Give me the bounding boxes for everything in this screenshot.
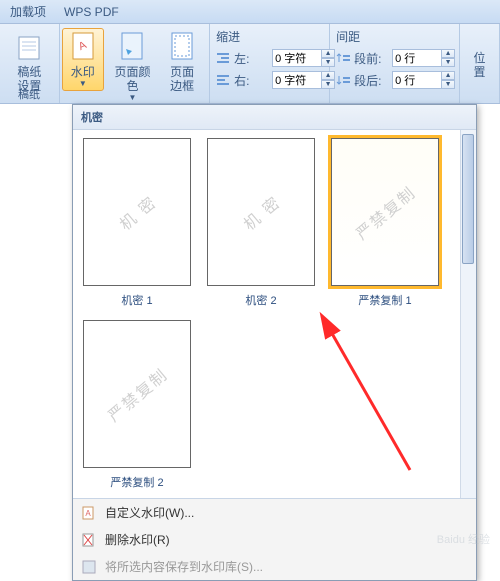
position-label: 位置 [471,51,488,79]
page-border-icon [166,31,198,63]
watermark-text: 机 密 [113,189,161,235]
spacing-after-label: 段后: [354,72,392,89]
watermark-caption: 严禁复制 1 [358,292,411,308]
watermark-gallery: 机 密机密 1机 密机密 2严禁复制严禁复制 1严禁复制严禁复制 2 [73,130,476,498]
custom-watermark-item[interactable]: A 自定义水印(W)... [73,499,476,526]
svg-text:A: A [85,509,91,518]
indent-right-label: 右: [234,72,272,89]
indent-right-input[interactable] [272,71,322,89]
tab-wpspdf[interactable]: WPS PDF [64,5,119,19]
watermark-option[interactable]: 严禁复制严禁复制 1 [329,138,441,308]
spacing-before-input[interactable] [392,49,442,67]
dropdown-header: 机密 [73,105,476,130]
ribbon: 稿纸 设置 稿纸 A 水印 ▼ 页面颜色 ▼ 页面 边框 缩进 [0,24,500,104]
watermark-thumbnail: 机 密 [83,138,191,286]
spinner[interactable]: ▲▼ [321,49,335,67]
spinner[interactable]: ▲▼ [441,49,455,67]
watermark-dropdown: 机密 机 密机密 1机 密机密 2严禁复制严禁复制 1严禁复制严禁复制 2 A … [72,104,477,581]
save-icon [81,559,97,575]
watermark-text: 机 密 [237,189,285,235]
custom-watermark-label: 自定义水印(W)... [105,504,194,521]
watermark-thumbnail: 机 密 [207,138,315,286]
page-color-label: 页面颜色 [109,65,156,93]
dropdown-menu: A 自定义水印(W)... 删除水印(R) 将所选内容保存到水印库(S)... [73,498,476,580]
indent-left-icon [216,50,232,66]
page-color-icon [116,31,148,63]
custom-icon: A [81,505,97,521]
tab-addins[interactable]: 加载项 [10,3,46,20]
watermark-caption: 机密 2 [245,292,276,308]
position-button[interactable]: 位置 [466,46,493,82]
spacing-after-input[interactable] [392,71,442,89]
watermark-option[interactable]: 机 密机密 2 [205,138,317,308]
watermark-label: 水印 [71,65,95,79]
spacing-before-label: 段前: [354,50,392,67]
page-border-button[interactable]: 页面 边框 [161,28,203,96]
paper-icon [13,31,45,63]
indent-left-label: 左: [234,50,272,67]
group-paper-label: 稿纸 [18,86,40,102]
save-watermark-label: 将所选内容保存到水印库(S)... [105,558,263,575]
watermark-caption: 机密 1 [121,292,152,308]
spinner[interactable]: ▲▼ [441,71,455,89]
dropdown-arrow-icon: ▼ [128,93,136,102]
scrollbar-track[interactable] [460,130,476,498]
spacing-after-icon [336,72,352,88]
watermark-option[interactable]: 机 密机密 1 [81,138,193,308]
source-watermark: Baidu 经验 [437,531,490,547]
page-color-button[interactable]: 页面颜色 ▼ [104,28,161,105]
save-watermark-item[interactable]: 将所选内容保存到水印库(S)... [73,553,476,580]
remove-watermark-label: 删除水印(R) [105,531,170,548]
dropdown-arrow-icon: ▼ [79,79,87,88]
indent-left-input[interactable] [272,49,322,67]
page-border-label: 页面 边框 [170,65,194,93]
spacing-before-icon [336,50,352,66]
watermark-text: 严禁复制 [350,180,421,245]
indent-title: 缩进 [216,28,240,45]
watermark-text: 严禁复制 [102,362,173,427]
watermark-icon: A [67,31,99,63]
indent-right-icon [216,72,232,88]
watermark-thumbnail: 严禁复制 [83,320,191,468]
remove-watermark-item[interactable]: 删除水印(R) [73,526,476,553]
spacing-title: 间距 [336,28,360,45]
tab-bar: 加载项 WPS PDF [0,0,500,24]
scrollbar-thumb[interactable] [462,134,474,264]
remove-icon [81,532,97,548]
spinner[interactable]: ▲▼ [321,71,335,89]
watermark-thumbnail: 严禁复制 [331,138,439,286]
watermark-button[interactable]: A 水印 ▼ [62,28,104,91]
watermark-option[interactable]: 严禁复制严禁复制 2 [81,320,193,490]
watermark-caption: 严禁复制 2 [110,474,163,490]
